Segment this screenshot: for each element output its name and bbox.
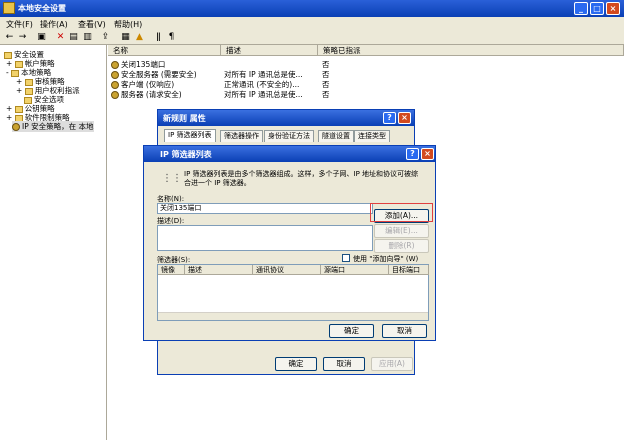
cancel-button[interactable]: 取消 (382, 324, 427, 338)
menu-view[interactable]: 查看(V) (78, 19, 106, 30)
tab-filter-action[interactable]: 筛选器操作 (220, 130, 263, 142)
manage-icon[interactable]: ¶ (166, 32, 177, 43)
close-button[interactable]: × (606, 2, 620, 15)
horizontal-scrollbar[interactable] (158, 312, 428, 320)
description-textarea[interactable] (157, 225, 373, 251)
tree-item-ip-security[interactable]: IP 安全策略，在 本地 (12, 121, 94, 132)
dialog-description: IP 筛选器列表是由多个筛选器组成。这样，多个子网、IP 地址和协议可被综合进一… (184, 170, 419, 187)
tab-connection-type[interactable]: 连接类型 (354, 130, 390, 142)
back-icon[interactable]: ← (4, 32, 15, 43)
maximize-button[interactable]: □ (590, 2, 604, 15)
column-header-name[interactable]: 名称 (108, 45, 221, 56)
help-button[interactable]: ? (406, 148, 419, 160)
column-header-mirrored[interactable]: 镜像 (158, 265, 185, 275)
column-header-source-port[interactable]: 源端口 (321, 265, 389, 275)
ip-security-icon (12, 123, 20, 131)
window-titlebar: 本地安全设置 _ □ × (0, 0, 624, 17)
remove-button[interactable]: 删除(R) (374, 239, 429, 253)
menu-file[interactable]: 文件(F) (6, 19, 33, 30)
add-wizard-checkbox[interactable] (342, 254, 350, 262)
policy-icon (111, 71, 119, 79)
delete-icon[interactable]: ✕ (55, 32, 66, 43)
menu-action[interactable]: 操作(A) (40, 19, 68, 30)
policy-icon (111, 61, 119, 69)
name-input[interactable]: 关闭135端口 (157, 203, 373, 214)
cancel-button[interactable]: 取消 (323, 357, 365, 371)
help-button[interactable]: ? (383, 112, 396, 124)
close-button[interactable]: × (421, 148, 434, 160)
highlight-add-button (370, 203, 433, 222)
help-book-icon[interactable]: ⇪ (100, 32, 111, 43)
minimize-button[interactable]: _ (574, 2, 588, 15)
export-list-icon[interactable]: ▥ (82, 32, 93, 43)
menu-help[interactable]: 帮助(H) (114, 19, 142, 30)
navigation-tree: 安全设置 + 帐户策略 - 本地策略 + 审核策略 + 用户权利指派 安全选项 … (0, 45, 107, 440)
unassign-icon[interactable]: ǁ (153, 32, 164, 43)
tab-auth-method[interactable]: 身份验证方法 (264, 130, 314, 142)
dialog-title: 新规则 属性 (163, 114, 206, 123)
add-wizard-label: 使用 "添加向导" (W) (353, 255, 419, 263)
list-row-name[interactable]: 服务器 (请求安全) (111, 89, 182, 100)
ok-button[interactable]: 确定 (329, 324, 374, 338)
policy-icon[interactable]: ▦ (120, 32, 131, 43)
column-header-description[interactable]: 描述 (221, 45, 318, 56)
tab-ip-filter-list[interactable]: IP 筛选器列表 (164, 129, 216, 142)
toolbar: ← → ▣ ✕ ▤ ▥ ⇪ ▦ ▲ ǁ ¶ (0, 30, 624, 45)
apply-button[interactable]: 应用(A) (371, 357, 413, 371)
window-title: 本地安全设置 (18, 4, 66, 13)
column-header-description[interactable]: 描述 (185, 265, 253, 275)
ip-filter-list-dialog: IP 筛选器列表 ? × ⋮⋮ IP 筛选器列表是由多个筛选器组成。这样，多个子… (143, 145, 436, 341)
edit-button[interactable]: 编辑(E)... (374, 224, 429, 238)
up-folder-icon[interactable]: ▣ (36, 32, 47, 43)
column-header-destination-port[interactable]: 目标端口 (389, 265, 429, 275)
column-header-assigned[interactable]: 策略已指派 (318, 45, 624, 56)
policy-icon (111, 91, 119, 99)
policy-icon (111, 81, 119, 89)
forward-icon[interactable]: → (17, 32, 28, 43)
assign-icon[interactable]: ▲ (134, 32, 145, 43)
ok-button[interactable]: 确定 (275, 357, 317, 371)
menu-bar: 文件(F) 操作(A) 查看(V) 帮助(H) (0, 17, 624, 30)
dialog-title: IP 筛选器列表 (160, 150, 212, 159)
dialog-titlebar: IP 筛选器列表 ? × (144, 146, 435, 162)
list-row-description: 对所有 IP 通讯总是使... (224, 90, 303, 99)
filter-icon: ⋮⋮ (162, 173, 182, 184)
close-button[interactable]: × (398, 112, 411, 124)
properties-icon[interactable]: ▤ (68, 32, 79, 43)
dialog-titlebar: 新规则 属性 ? × (158, 110, 414, 126)
list-row-assigned: 否 (322, 90, 330, 99)
tab-tunnel-settings[interactable]: 隧道设置 (318, 130, 354, 142)
app-icon (3, 2, 15, 14)
filters-table: 镜像 描述 通讯协议 源端口 目标端口 (157, 264, 429, 321)
column-header-protocol[interactable]: 通讯协议 (253, 265, 321, 275)
